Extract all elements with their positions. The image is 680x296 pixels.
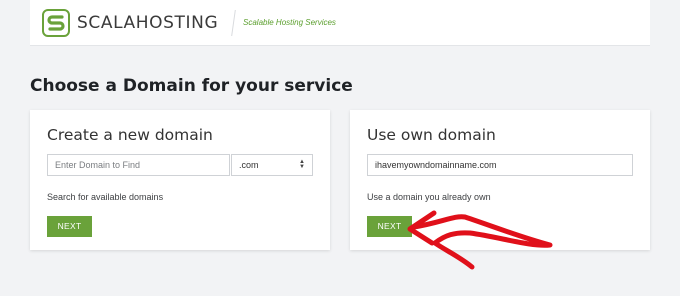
- new-domain-next-button[interactable]: NEXT: [47, 216, 92, 237]
- site-header: SCALAHOSTING Scalable Hosting Services: [30, 0, 650, 46]
- header-divider: [231, 10, 236, 36]
- page-title: Choose a Domain for your service: [30, 76, 353, 96]
- select-arrows-icon: ▲ ▼: [299, 159, 305, 170]
- own-domain-helper-text: Use a domain you already own: [367, 192, 491, 202]
- new-domain-card: Create a new domain .com ▲▼ Search for a…: [30, 110, 330, 250]
- own-domain-card: Use own domain Use a domain you already …: [350, 110, 650, 250]
- own-domain-heading: Use own domain: [367, 126, 496, 144]
- scalahosting-logo-icon: [42, 9, 70, 37]
- brand-name: SCALAHOSTING: [77, 13, 219, 33]
- brand-tagline: Scalable Hosting Services: [243, 18, 336, 27]
- tld-select[interactable]: .com ▲ ▼: [231, 154, 313, 176]
- tld-selected-value: .com: [239, 160, 259, 170]
- new-domain-heading: Create a new domain: [47, 126, 213, 144]
- own-domain-input[interactable]: [367, 154, 633, 176]
- domain-search-input[interactable]: [47, 154, 230, 176]
- new-domain-helper-text: Search for available domains: [47, 192, 164, 202]
- own-domain-next-button[interactable]: NEXT: [367, 216, 412, 237]
- brand-logo[interactable]: SCALAHOSTING: [42, 9, 218, 37]
